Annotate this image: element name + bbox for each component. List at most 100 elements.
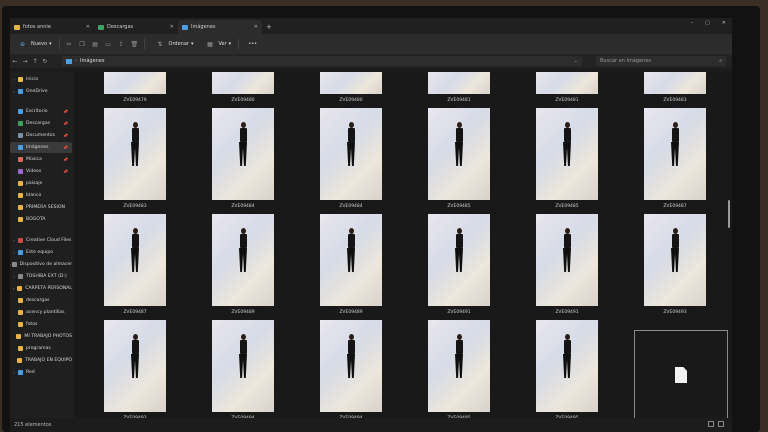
vertical-scrollbar[interactable]: [726, 72, 732, 418]
sort-button[interactable]: ⇅ Ordenar ▾: [150, 39, 198, 50]
share-icon[interactable]: ⇪: [118, 41, 125, 48]
sidebar-item[interactable]: Imágenes 📌: [10, 142, 72, 153]
sidebar-item[interactable]: blanco: [10, 190, 72, 201]
chevron-right-icon[interactable]: ›: [10, 238, 18, 243]
sidebar-item-label: Dispositivo de almacenamiento: [19, 262, 72, 267]
chevron-right-icon[interactable]: ›: [10, 250, 18, 255]
file-name: ZVE09489: [339, 310, 363, 315]
image-thumbnail: [104, 72, 166, 94]
image-thumbnail: [104, 214, 166, 306]
sidebar-item[interactable]: Descargas 📌: [10, 118, 72, 129]
scrollbar-thumb[interactable]: [728, 200, 730, 228]
close-icon[interactable]: ✕: [86, 24, 90, 30]
up-arrow-icon[interactable]: ↑: [30, 58, 40, 65]
minimize-button[interactable]: –: [691, 20, 694, 26]
tab-imagenes[interactable]: Imágenes ✕: [178, 20, 262, 34]
sidebar-item[interactable]: › Inicio: [10, 74, 72, 85]
sidebar-item[interactable]: paisaje: [10, 178, 72, 189]
sidebar-item-label: Escritorio: [26, 109, 48, 114]
image-thumbnail: [428, 108, 490, 200]
sidebar-item[interactable]: programas: [10, 343, 72, 354]
copy-icon[interactable]: ❐: [79, 41, 86, 48]
image-thumbnail: [428, 320, 490, 412]
file-tile-document[interactable]: [634, 330, 728, 418]
image-thumbnail: [644, 108, 706, 200]
sidebar-item[interactable]: TRABAJO EN EQUIPO: [10, 355, 72, 366]
forward-arrow-icon[interactable]: →: [20, 58, 30, 65]
sidebar-item[interactable]: › Red: [10, 367, 72, 378]
sidebar-item-label: Creative Cloud Files: [26, 238, 72, 243]
person-figure: [563, 122, 571, 166]
chevron-right-icon[interactable]: ›: [10, 274, 18, 279]
image-thumbnail: [212, 108, 274, 200]
tab-descargas[interactable]: Descargas ✕: [94, 20, 178, 34]
close-window-button[interactable]: ✕: [722, 20, 726, 26]
file-icon: [675, 367, 687, 383]
person-figure: [347, 228, 355, 272]
sidebar-item[interactable]: › OneDrive: [10, 86, 72, 97]
details-view-icon[interactable]: [708, 421, 714, 427]
pin-icon: 📌: [63, 133, 68, 138]
rename-icon[interactable]: ▭: [105, 41, 112, 48]
sidebar-item-label: PRIMERA SESION: [26, 205, 65, 210]
sidebar-item[interactable]: Documentos 📌: [10, 130, 72, 141]
sidebar-item-label: Red: [26, 370, 35, 375]
folder-icon: [16, 358, 22, 363]
sidebar-item[interactable]: MI TRABAJO PHOTOS: [10, 331, 72, 342]
view-icon: ▦: [207, 40, 213, 48]
sidebar-item[interactable]: BOGOTA: [10, 214, 72, 225]
address-bar[interactable]: › Imágenes ⌄: [62, 56, 582, 66]
view-button[interactable]: ▦ Ver ▾: [200, 39, 236, 50]
chevron-right-icon[interactable]: ›: [10, 370, 18, 375]
sidebar-item[interactable]: › TOSHIBA EXT (D:): [10, 271, 72, 282]
sidebar-item[interactable]: › Este equipo: [10, 247, 72, 258]
sidebar-item[interactable]: descargas: [10, 295, 72, 306]
image-thumbnail: [536, 72, 598, 94]
image-icon: [182, 24, 188, 30]
cut-icon[interactable]: ✂: [66, 41, 73, 48]
refresh-icon[interactable]: ↻: [40, 58, 50, 65]
image-thumbnail: [536, 108, 598, 200]
close-icon[interactable]: ✕: [170, 24, 174, 30]
new-button[interactable]: ⊕ Nuevo ▾: [12, 39, 56, 50]
file-name: ZVE09485: [447, 204, 471, 209]
chevron-right-icon[interactable]: ›: [10, 77, 18, 82]
back-arrow-icon[interactable]: ←: [10, 58, 20, 65]
file-name: ZVE09491: [447, 310, 471, 315]
sidebar-item[interactable]: Videos 📌: [10, 166, 72, 177]
sidebar-item[interactable]: › Creative Cloud Files: [10, 235, 72, 246]
chevron-right-icon[interactable]: ›: [10, 89, 18, 94]
maximize-button[interactable]: ▢: [705, 20, 710, 26]
document-icon: [18, 133, 23, 138]
breadcrumb: Imágenes: [80, 58, 105, 64]
divider: [238, 39, 240, 49]
file-name: ZVE09480: [231, 98, 255, 103]
sidebar-item-label: descargas: [26, 298, 50, 303]
file-name: ZVE09487: [663, 204, 687, 209]
sidebar-item-label: TRABAJO EN EQUIPO: [24, 358, 72, 363]
new-tab-button[interactable]: +: [266, 20, 272, 34]
close-icon[interactable]: ✕: [254, 24, 258, 30]
file-name: ZVE09479: [123, 98, 147, 103]
sidebar-item[interactable]: › CARPETA PERSONAL: [10, 283, 72, 294]
download-icon: [18, 121, 23, 126]
search-input[interactable]: Buscar en Imágenes ⌕: [596, 56, 726, 66]
sidebar-item[interactable]: Escritorio 📌: [10, 106, 72, 117]
sidebar-item[interactable]: fotos: [10, 319, 72, 330]
tab-fotos-annie[interactable]: fotos annie ✕: [10, 20, 94, 34]
chevron-down-icon[interactable]: ⌄: [574, 58, 578, 64]
tiles-view-icon[interactable]: [718, 421, 724, 427]
chevron-right-icon[interactable]: ›: [10, 286, 17, 291]
person-figure: [563, 228, 571, 272]
more-options-button[interactable]: •••: [244, 39, 261, 49]
search-placeholder: Buscar en Imágenes: [600, 58, 652, 64]
sidebar-item[interactable]: acency plantillas: [10, 307, 72, 318]
delete-icon[interactable]: 🗑: [131, 41, 139, 48]
file-explorer-window: fotos annie ✕ Descargas ✕ Imágenes ✕ + –…: [10, 18, 732, 432]
paste-icon[interactable]: ▤: [92, 41, 99, 48]
image-thumbnail: [428, 214, 490, 306]
sidebar-item[interactable]: Música 📌: [10, 154, 72, 165]
sidebar-item[interactable]: PRIMERA SESION: [10, 202, 72, 213]
image-thumbnail: [536, 320, 598, 412]
sidebar-item[interactable]: ›Dispositivo de almacenamiento: [10, 259, 72, 270]
